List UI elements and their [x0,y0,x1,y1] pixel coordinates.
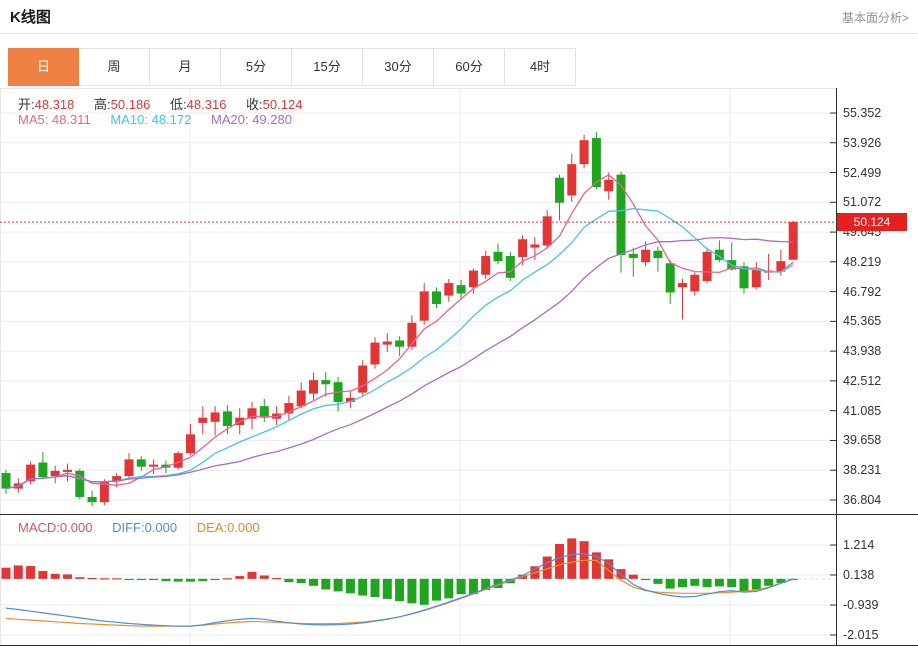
low-value: 48.316 [186,97,227,112]
tab-month[interactable]: 月 [150,48,221,86]
macd-axis-label: -2.015 [843,628,879,642]
price-axis-line [836,88,837,646]
panel-separator [0,514,918,515]
macd-value: 0.000 [59,520,93,535]
y-axis-label: 53.926 [843,136,882,150]
dea-value: 0.000 [227,520,260,535]
high-value: 50.186 [110,97,151,112]
current-price-tag: 50.124 [837,213,907,231]
open-value: 48.318 [34,97,75,112]
fundamental-analysis-link[interactable]: 基本面分析> [842,9,909,26]
bottom-border [0,645,918,646]
tab-day[interactable]: 日 [8,48,79,86]
y-axis-label: 55.352 [843,106,882,120]
tab-4hour[interactable]: 4时 [505,48,576,86]
y-axis-label: 51.072 [843,195,882,209]
y-axis-label: 43.938 [843,344,882,358]
high-label: 高: [94,97,111,112]
low-label: 低: [170,97,187,112]
tab-30min[interactable]: 30分 [363,48,434,86]
diff-label: DIFF: [112,520,145,535]
tab-15min[interactable]: 15分 [292,48,363,86]
y-axis-label: 52.499 [843,166,882,180]
ma10-value: 48.172 [151,112,192,127]
kline-page: K线图 基本面分析> 日 周 月 5分 15分 30分 60分 4时 开:48.… [0,0,918,647]
close-label: 收: [246,97,263,112]
y-axis-label: 41.085 [843,404,882,418]
tab-60min[interactable]: 60分 [434,48,505,86]
ma5-label: MA5: [18,112,49,127]
period-tabs: 日 周 月 5分 15分 30分 60分 4时 [8,48,576,86]
macd-axis-label: -0.939 [843,598,879,612]
candlestick-chart[interactable] [0,88,836,514]
dea-label: DEA: [196,520,228,535]
ma-info: MA5: 48.311 MA10: 48.172 MA20: 49.280 [18,112,308,127]
tab-week[interactable]: 周 [79,48,150,86]
close-value: 50.124 [262,97,303,112]
page-title: K线图 [10,9,51,26]
y-axis-label: 38.231 [843,463,882,477]
ma10-label: MA10: [110,112,148,127]
y-axis-label: 45.365 [843,314,882,328]
y-axis-label: 48.219 [843,255,882,269]
y-axis-label: 46.792 [843,285,882,299]
y-axis-label: 36.804 [843,493,882,507]
macd-axis-label: 1.214 [843,538,875,552]
ma5-value: 48.311 [51,112,91,127]
diff-value: 0.000 [144,520,178,535]
tab-5min[interactable]: 5分 [221,48,292,86]
header-divider [0,33,918,34]
ma20-value: 49.280 [252,112,292,127]
y-axis-label: 39.658 [843,433,882,447]
ma20-label: MA20: [210,112,249,127]
open-label: 开: [18,97,35,112]
ohlc-info: 开:48.318 高:50.186 低:48.316 收:50.124 [18,94,318,113]
macd-info: MACD:0.000 DIFF:0.000 DEA:0.000 [18,520,276,535]
macd-axis-label: 0.138 [843,568,875,582]
y-axis-label: 42.512 [843,374,882,388]
macd-label: MACD: [18,520,60,535]
